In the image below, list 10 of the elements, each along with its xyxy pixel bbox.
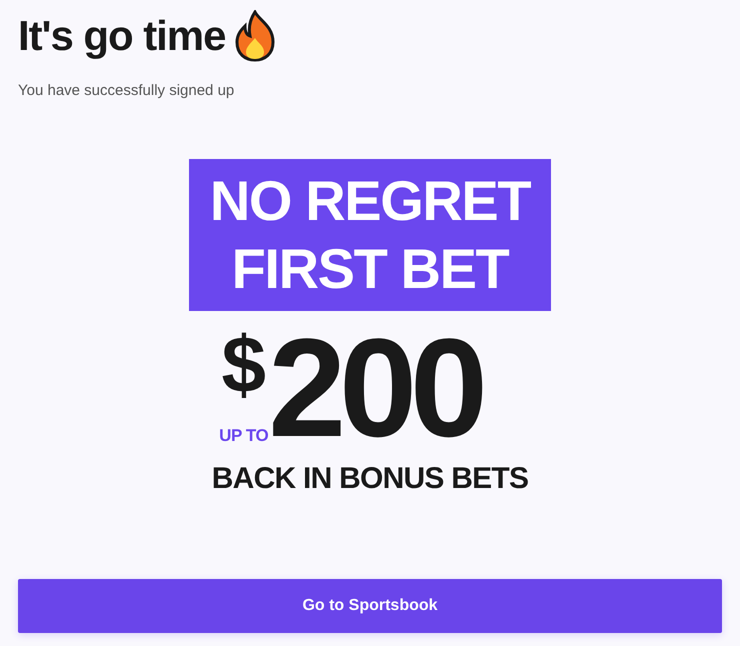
fire-icon	[233, 10, 278, 62]
subtitle: You have successfully signed up	[17, 81, 236, 101]
banner-text: NO REGRET	[210, 168, 530, 234]
currency-sign: $	[221, 322, 266, 406]
promo-tagline: BACK IN BONUS BETS	[212, 460, 528, 496]
page-title: It's go time	[18, 11, 226, 61]
bonus-amount: 200	[268, 328, 481, 446]
sportsbook-button[interactable]: Go to Sportsbook	[18, 579, 722, 633]
banner-text: FIRST BET	[232, 236, 508, 302]
prefix-text: UP TO	[219, 424, 268, 446]
